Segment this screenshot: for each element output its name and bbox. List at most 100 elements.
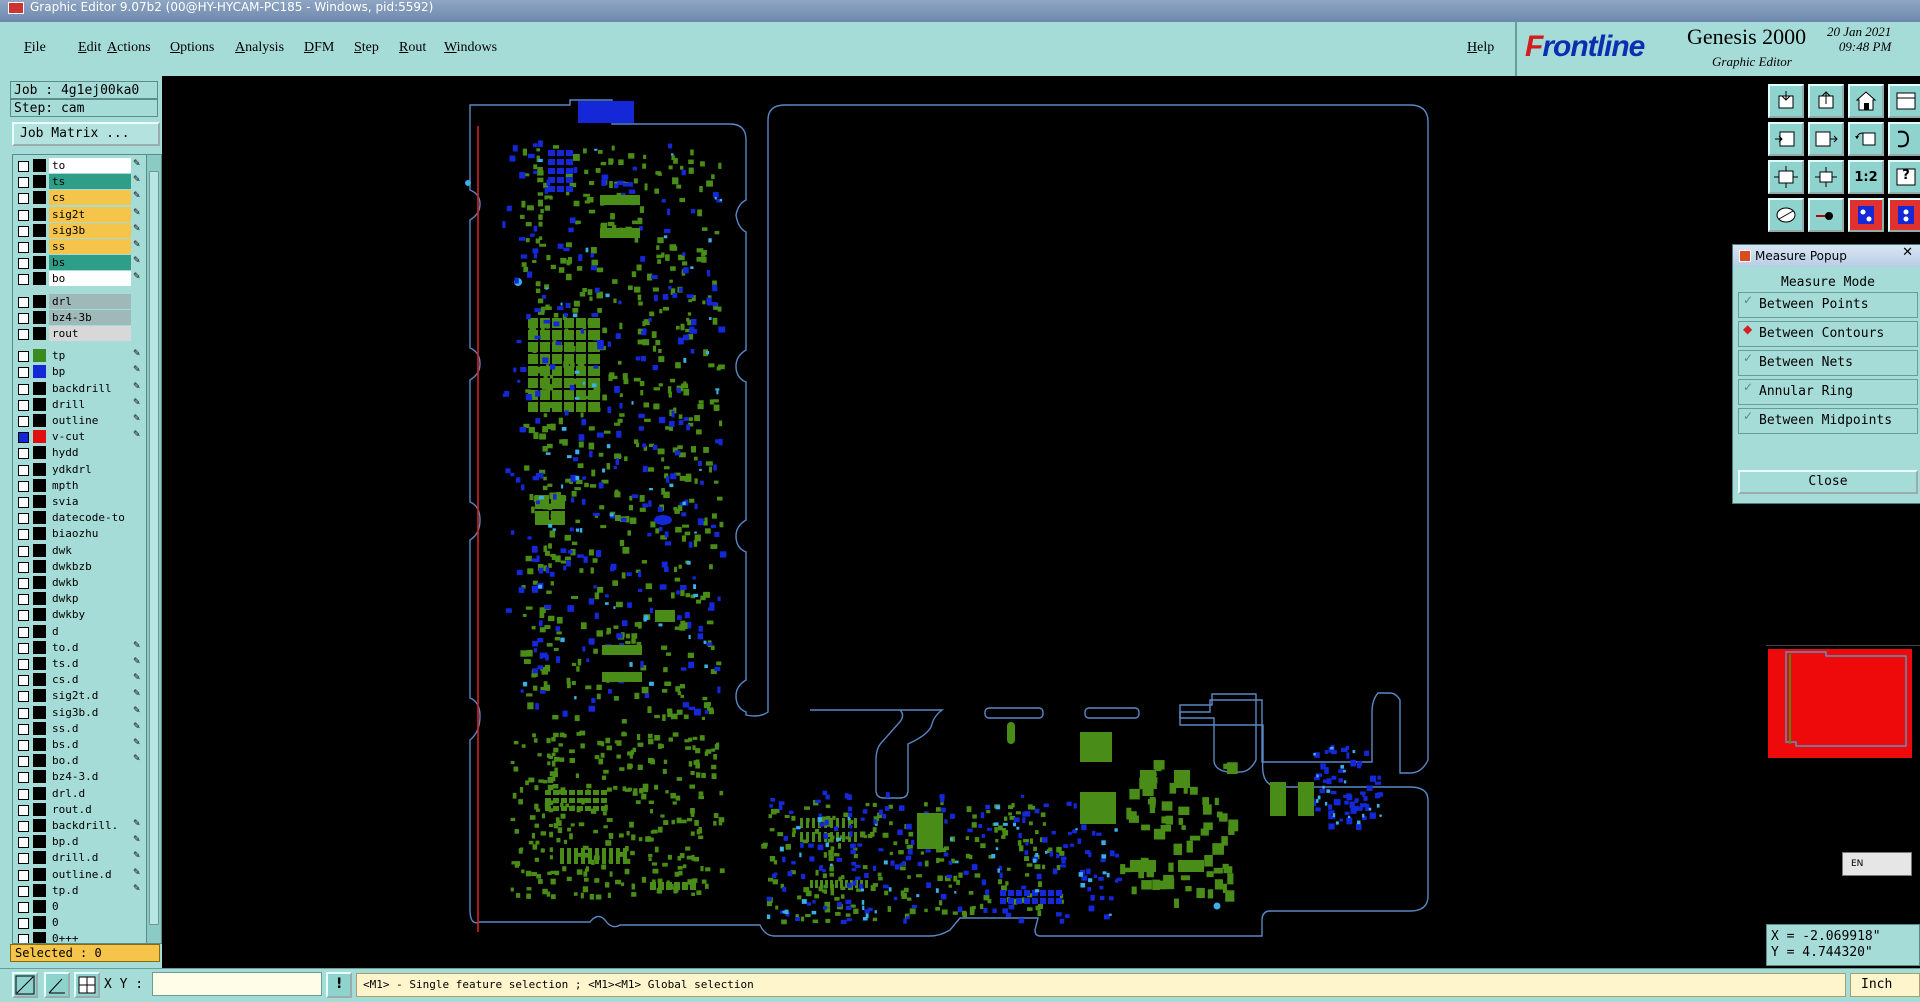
menu-analysis[interactable]: Analysis [235,40,284,56]
layer-row-sig3b[interactable]: sig3b ✎ [13,222,147,239]
layer-color-swatch[interactable] [33,738,46,751]
alert-icon[interactable]: ! [326,972,352,998]
menu-file[interactable]: File [24,40,46,56]
frame-icon[interactable] [1888,84,1920,118]
layer-checkbox[interactable] [18,821,29,832]
layer-color-swatch[interactable] [33,365,46,379]
ime-indicator[interactable]: EN [1842,852,1912,876]
layer-color-swatch[interactable] [33,608,46,622]
layer-row-sig3b.d[interactable]: sig3b.d ✎ [13,704,147,721]
layer-row-drill.d[interactable]: drill.d ✎ [13,850,147,866]
layer-row-bo.d[interactable]: bo.d ✎ [13,753,147,769]
layer-checkbox[interactable] [18,383,29,395]
help-icon[interactable]: ? [1888,160,1920,194]
layer-color-swatch[interactable] [33,495,46,508]
zoom-in-icon[interactable] [1768,122,1804,156]
layer-color-swatch[interactable] [33,916,46,930]
layer-row-bs.d[interactable]: bs.d ✎ [13,737,147,753]
layer-row-datecode-to[interactable]: datecode-to [13,510,147,526]
layer-name[interactable]: backdrill [49,380,131,396]
layer-checkbox[interactable] [18,594,29,606]
layer-checkbox[interactable] [18,274,29,286]
layer-name[interactable]: dwkb [49,575,131,590]
layer-name[interactable]: to.d [49,639,131,655]
layer-name[interactable]: svia [49,494,131,509]
layer-row-ss.d[interactable]: ss.d ✎ [13,720,147,737]
layer-color-swatch[interactable] [33,673,46,687]
menu-options[interactable]: Options [170,40,214,56]
measure-option[interactable]: ✓ Annular Ring [1738,379,1918,405]
layer-name[interactable]: sig2t.d [49,688,131,704]
layer-checkbox[interactable] [18,529,29,541]
layer-name[interactable]: ss [49,239,131,254]
layer-name[interactable]: sig2t [49,206,131,222]
layer-row-bz4-3.d[interactable]: bz4-3.d [13,769,147,785]
measure-option[interactable]: ✓ Between Midpoints [1738,408,1918,434]
grid-icon[interactable] [74,972,100,998]
layer-checkbox[interactable] [18,209,29,221]
layer-color-swatch[interactable] [33,867,46,881]
layer-checkbox[interactable] [18,497,29,508]
layer-checkbox[interactable] [18,885,29,897]
layer-name[interactable]: datecode-to [49,510,131,526]
layer-color-swatch[interactable] [33,207,46,221]
layer-checkbox[interactable] [18,258,29,270]
layer-row-ydkdrl[interactable]: ydkdrl [13,461,147,478]
layer-name[interactable]: drl [49,293,131,309]
menu-rout[interactable]: Rout [399,40,426,56]
layer-name[interactable]: tp.d [49,882,131,898]
layer-color-swatch[interactable] [33,705,46,719]
probe-icon[interactable] [1808,198,1844,232]
layer-name[interactable]: bs [49,255,131,271]
layer-row-bp.d[interactable]: bp.d ✎ [13,834,147,850]
layer-checkbox[interactable] [18,853,29,865]
pan-icon[interactable] [1848,122,1884,156]
layer-name[interactable]: sig3b [49,222,131,238]
layer-row-cs.d[interactable]: cs.d ✎ [13,672,147,688]
layer-checkbox[interactable] [18,723,29,735]
layer-color-swatch[interactable] [33,624,46,638]
graphic-canvas[interactable] [162,76,1767,968]
layer-checkbox[interactable] [18,161,29,172]
layer-name[interactable]: ts [49,174,131,190]
layer-row-dwkb[interactable]: dwkb [13,575,147,591]
layer-row-rout[interactable]: rout [13,326,147,342]
layer-checkbox[interactable] [18,225,29,237]
menu-help[interactable]: Help [1467,40,1494,56]
layer-checkbox[interactable] [18,193,29,205]
layer-checkbox[interactable] [18,480,29,492]
layer-checkbox[interactable] [18,740,29,751]
layer-color-swatch[interactable] [33,786,46,800]
layer-color-swatch[interactable] [33,802,46,816]
layer-color-swatch[interactable] [33,294,46,308]
layer-color-swatch[interactable] [33,191,46,205]
layer-name[interactable]: ydkdrl [49,461,131,477]
layer-color-swatch[interactable] [33,159,46,172]
measure-option[interactable]: ◆ Between Contours [1738,321,1918,347]
home-icon[interactable] [1848,84,1884,118]
layer-checkbox[interactable] [18,312,29,324]
layer-name[interactable]: drill [49,396,131,412]
layer-name[interactable]: bp [49,364,131,380]
layer-row-drill[interactable]: drill ✎ [13,396,147,413]
layer-color-swatch[interactable] [33,592,46,606]
menu-windows[interactable]: Windows [444,40,497,56]
layer-row-svia[interactable]: svia [13,494,147,510]
layer-name[interactable]: dwkbzb [49,558,131,574]
job-matrix-button[interactable]: Job Matrix ... [12,122,160,146]
layer-color-swatch[interactable] [33,327,46,340]
layer-color-swatch[interactable] [33,414,46,427]
menu-dfm[interactable]: DFM [304,40,334,56]
menu-actions[interactable]: Actions [107,40,151,56]
layer-name[interactable]: biaozhu [49,526,131,542]
layer-row-0+++[interactable]: 0+++ [13,931,147,943]
layer-color-swatch[interactable] [33,446,46,460]
layer-color-swatch[interactable] [33,527,46,541]
layer-row-bs[interactable]: bs ✎ [13,255,147,271]
layer-color-swatch[interactable] [33,430,46,444]
layer-checkbox[interactable] [18,545,29,557]
layer-row-ts[interactable]: ts ✎ [13,174,147,190]
zoom-area-icon[interactable] [1808,160,1844,194]
layer-checkbox[interactable] [18,448,29,460]
layer-name[interactable]: ts.d [49,656,131,671]
